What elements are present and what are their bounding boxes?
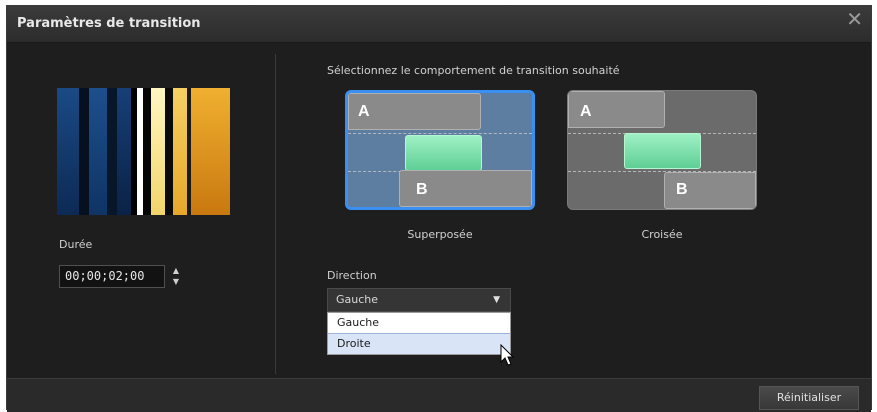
direction-label: Direction <box>327 269 377 282</box>
duration-label: Durée <box>59 238 93 251</box>
option-croisee-card[interactable]: A B <box>567 90 757 210</box>
spinner-down-arrow[interactable]: ▼ <box>167 276 185 287</box>
clip-b-letter: B <box>416 181 428 198</box>
option-croisee-label: Croisée <box>641 228 683 241</box>
duration-timecode-field[interactable]: 00;00;02;00 <box>59 265 165 288</box>
reset-button[interactable]: Réinitialiser <box>759 386 859 410</box>
direction-option-droite[interactable]: Droite <box>328 333 510 354</box>
chevron-down-icon[interactable]: ▼ <box>493 289 500 311</box>
instruction-text: Sélectionnez le comportement de transiti… <box>327 64 620 77</box>
spin-arrows-icon[interactable]: ▲ ▼ <box>167 265 185 288</box>
direction-selected-value: Gauche <box>336 293 379 306</box>
transition-preview-image <box>57 88 230 215</box>
option-superposee-label: Superposée <box>407 228 473 241</box>
direction-options-list: Gauche Droite <box>327 312 511 355</box>
clip-a-letter: A <box>580 103 592 120</box>
close-icon[interactable]: ✕ <box>846 9 863 29</box>
option-superposee-card[interactable]: A B <box>345 90 535 210</box>
spinner-up-arrow[interactable]: ▲ <box>167 265 185 276</box>
direction-option-gauche[interactable]: Gauche <box>328 313 510 333</box>
overlap-block <box>405 135 482 171</box>
title-bar: Paramètres de transition ✕ <box>7 6 871 43</box>
footer-bar: Réinitialiser <box>7 378 871 412</box>
guide-line <box>348 133 532 134</box>
overlap-block <box>624 133 701 169</box>
direction-dropdown[interactable]: Gauche ▼ <box>327 288 511 312</box>
transition-settings-dialog: Paramètres de transition ✕ Durée 00;00;0… <box>6 5 872 412</box>
mouse-pointer-icon <box>500 344 515 366</box>
clip-a-letter: A <box>358 103 370 120</box>
clip-b-letter: B <box>676 181 688 198</box>
vertical-divider <box>275 54 276 374</box>
dialog-title: Paramètres de transition <box>17 16 201 31</box>
